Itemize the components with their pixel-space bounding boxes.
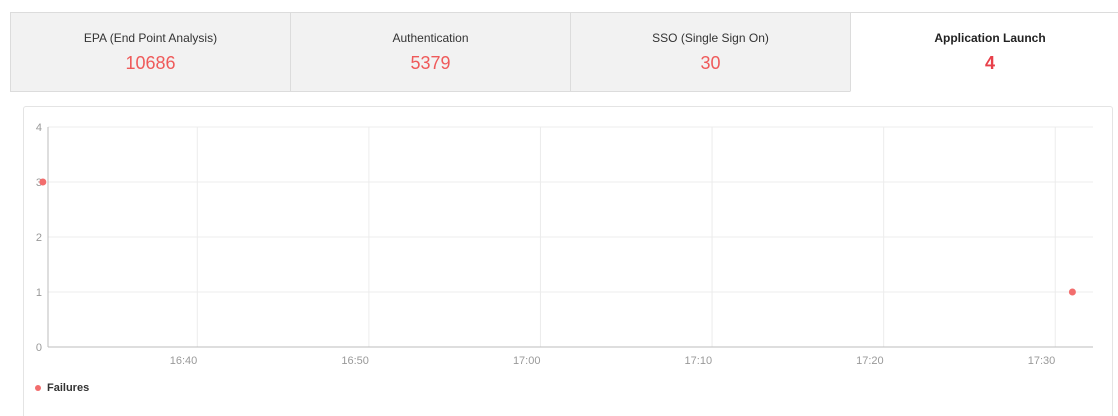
failures-chart: 0123416:40 16:50 17:00 17:10 17:20 17:30 [36, 122, 1093, 367]
y-tick-label: 1 [36, 287, 42, 299]
x-tick-label: 17:20 [856, 355, 884, 367]
legend-dot-icon [35, 385, 41, 391]
x-tick-label: 16:40 [170, 355, 198, 367]
x-tick-label: 17:10 [685, 355, 713, 367]
data-point-failures [1068, 288, 1076, 296]
x-tick-label: 17:30 [1028, 355, 1056, 367]
y-tick-label: 4 [36, 122, 42, 134]
chart-legend[interactable]: Failures [35, 382, 89, 394]
legend-label: Failures [47, 382, 90, 394]
y-tick-label: 0 [36, 342, 42, 354]
data-point-failures [39, 178, 47, 186]
x-tick-label: 17:00 [513, 355, 541, 367]
x-tick-label: 16:50 [341, 355, 369, 367]
y-tick-label: 2 [36, 232, 42, 244]
